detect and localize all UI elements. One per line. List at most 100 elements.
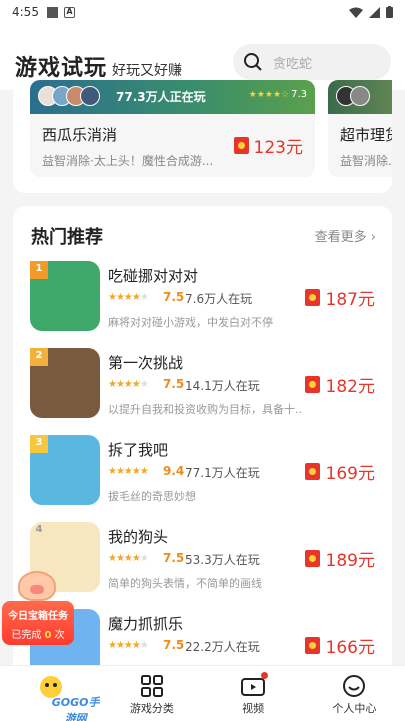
reward-price: 189元: [304, 546, 375, 571]
price-value: 182元: [325, 377, 375, 397]
chevron-right-icon: ›: [370, 230, 376, 245]
status-time: 4:55: [12, 5, 39, 19]
price-value: 166元: [325, 638, 375, 658]
nav-profile[interactable]: 个人中心: [304, 666, 405, 721]
players-count: 77.1万人在玩: [185, 466, 260, 480]
player-avatars: [38, 86, 100, 106]
featured-banner: 77.3万人正在玩 ★★★★☆ 7.3: [30, 80, 315, 114]
page-subtitle: 好玩又好赚: [112, 63, 182, 79]
game-desc: 以提升自我和投资收购为目标，具备十...: [108, 403, 303, 416]
reward-price: 169元: [304, 459, 375, 484]
reward-price: 123元: [233, 133, 303, 158]
players-count: 14.1万人在玩: [185, 379, 260, 393]
search-icon: [244, 53, 262, 71]
see-more-label: 查看更多: [314, 230, 367, 245]
game-list-item[interactable]: 2 第一次挑战 ★★★★★ 7.5 14.1万人在玩以提升自我和投资收购为目标，具备十.…: [13, 348, 392, 434]
rank-badge: 3: [30, 435, 48, 453]
grid-icon: [140, 675, 163, 697]
rating-value: 7.3: [291, 89, 307, 100]
task-box: 今日宝箱任务 已完成 0 次: [2, 601, 74, 645]
search-box[interactable]: 贪吃蛇: [233, 44, 391, 80]
game-desc: 益智消除·太上头！魔性合成游...: [42, 154, 214, 168]
notification-icon: [46, 6, 58, 18]
task-suffix: 次: [54, 630, 65, 641]
reward-price: 182元: [304, 372, 375, 397]
task-progress: 已完成 0 次: [2, 626, 74, 641]
rating-value: 7.5: [163, 377, 185, 391]
featured-strip: 77.3万人正在玩 ★★★★☆ 7.3 西瓜乐消消 益智消除·太上头！魔性合成游.…: [13, 80, 392, 193]
daily-task-badge[interactable]: 今日宝箱任务 已完成 0 次: [2, 571, 74, 645]
page-title: 游戏试玩: [15, 56, 108, 81]
red-packet-icon: [304, 376, 320, 393]
game-name: 超市理货: [340, 126, 392, 144]
rating-stars: ★★★★★: [108, 379, 149, 390]
rating-stars: ★★★★☆ 7.3: [248, 89, 307, 100]
nav-label: 视频: [242, 702, 265, 715]
price-value: 189元: [325, 551, 375, 571]
red-packet-icon: [304, 289, 320, 306]
search-placeholder: 贪吃蛇: [273, 56, 313, 72]
game-list-item[interactable]: 3 拆了我吧 ★★★★★ 9.4 77.1万人在玩 拔毛丝的奇思妙想 169元: [13, 435, 392, 521]
game-desc: 麻将对对碰小游戏，中发白对不停: [108, 316, 273, 329]
featured-card[interactable]: 77.3万人正在玩 ★★★★☆ 7.3 西瓜乐消消 益智消除·太上头！魔性合成游.…: [30, 80, 315, 177]
red-packet-icon: [304, 463, 320, 480]
rank-badge: 2: [30, 348, 48, 366]
featured-card[interactable]: 超市理货 益智消除...: [328, 80, 392, 177]
price-value: 123元: [253, 138, 303, 158]
rating-value: 7.5: [163, 638, 185, 652]
rating-stars: ★★★★★: [108, 553, 149, 564]
nav-label: 游戏分类: [129, 702, 174, 715]
nav-game-category[interactable]: 游戏分类: [101, 666, 202, 721]
game-name: 魔力抓抓乐: [108, 615, 184, 633]
nav-video[interactable]: 视频: [203, 666, 304, 721]
rating-stars: ★★★★★: [108, 640, 149, 651]
game-list-item[interactable]: 1 吃碰挪对对对 ★★★★★ 7.5 7.6万人在玩麻将对对碰小游戏，中发白对不停 187…: [13, 261, 392, 347]
task-count: 0: [44, 630, 52, 641]
rating-value: 7.5: [163, 551, 185, 565]
players-count: 53.3万人在玩: [185, 553, 260, 567]
players-count: 7.6万人在玩: [185, 292, 253, 306]
piggy-bank-icon: [18, 571, 56, 601]
red-packet-icon: [304, 550, 320, 567]
red-packet-icon: [233, 137, 249, 154]
game-name: 吃碰挪对对对: [108, 267, 199, 285]
rating-value: 9.4: [163, 464, 185, 478]
bottom-nav: GOGO手游网 游戏分类 视频 个人中心: [0, 665, 405, 721]
game-name: 拆了我吧: [108, 441, 169, 459]
section-title: 热门推荐: [31, 227, 103, 248]
reward-price: 166元: [304, 633, 375, 658]
rating-stars: ★★★★★: [108, 292, 149, 303]
app-notification-icon: A: [63, 6, 75, 18]
signal-icon: [369, 6, 380, 18]
nav-label: 个人中心: [332, 702, 377, 715]
rank-badge: 4: [35, 524, 43, 535]
price-value: 187元: [325, 290, 375, 310]
players-count: 22.2万人在玩: [185, 640, 260, 654]
player-avatars: [336, 86, 370, 106]
game-desc: 益智消除...: [340, 154, 392, 168]
players-count: 77.3万人正在玩: [116, 90, 206, 104]
task-title: 今日宝箱任务: [8, 611, 68, 622]
avatar: [350, 86, 370, 106]
rating-stars: ★★★★★: [108, 466, 149, 477]
task-progress-prefix: 已完成: [11, 630, 42, 641]
nav-home[interactable]: GOGO手游网: [0, 666, 101, 721]
price-value: 169元: [325, 464, 375, 484]
rank-badge: 1: [30, 261, 48, 279]
watermark-text: GOGO手游网: [51, 696, 100, 721]
game-desc: 简单的狗头表情，不简单的画线: [108, 577, 262, 590]
face-icon: [343, 675, 366, 697]
rating-value: 7.5: [163, 290, 185, 304]
game-name: 第一次挑战: [108, 354, 184, 372]
see-more-link[interactable]: 查看更多 ›: [315, 226, 376, 245]
notification-dot: [260, 672, 268, 679]
red-packet-icon: [304, 637, 320, 654]
featured-banner: [328, 80, 392, 114]
game-name: 西瓜乐消消: [42, 126, 118, 144]
game-name: 我的狗头: [108, 528, 169, 546]
status-bar: 4:55 A: [0, 0, 405, 24]
reward-price: 187元: [304, 285, 375, 310]
battery-icon: [386, 6, 393, 18]
avatar: [80, 86, 100, 106]
wifi-icon: [349, 7, 363, 18]
